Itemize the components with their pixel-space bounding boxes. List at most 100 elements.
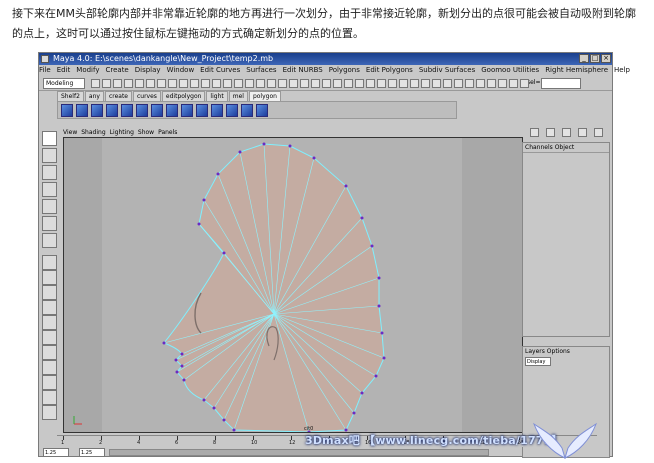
status-tool-icon[interactable] [399,79,408,88]
status-tool-icon[interactable] [91,79,100,88]
menu-modify[interactable]: Modify [76,66,99,74]
status-tool-icon[interactable] [201,79,210,88]
menu-file[interactable]: File [39,66,51,74]
close-panel-icon[interactable] [594,128,603,137]
status-tool-icon[interactable] [234,79,243,88]
shelf-tool-icon[interactable] [76,104,88,117]
status-tool-icon[interactable] [289,79,298,88]
vertex[interactable] [202,198,206,202]
menu-right-hemisphere[interactable]: Right Hemisphere [545,66,608,74]
status-tool-icon[interactable] [366,79,375,88]
custom-layout-icon[interactable] [42,360,57,375]
status-tool-icon[interactable] [157,79,166,88]
menu-surfaces[interactable]: Surfaces [246,66,276,74]
shelf-tool-icon[interactable] [136,104,148,117]
menu-display[interactable]: Display [135,66,161,74]
status-tool-icon[interactable] [124,79,133,88]
vertex[interactable] [370,244,374,248]
move-icon[interactable] [42,182,57,197]
menu-create[interactable]: Create [105,66,128,74]
status-tool-icon[interactable] [267,79,276,88]
shelf-tool-icon[interactable] [181,104,193,117]
hypershade-layout-icon[interactable] [42,330,57,345]
perspective-layout-icon[interactable] [42,375,57,390]
scale-icon[interactable] [42,216,57,231]
vertex[interactable] [175,370,179,374]
status-tool-icon[interactable] [300,79,309,88]
range-start-field[interactable]: 1.25 [43,448,69,457]
status-tool-icon[interactable] [487,79,496,88]
status-tool-icon[interactable] [146,79,155,88]
layers-menu[interactable]: Layers [525,348,545,355]
sel-field[interactable] [541,78,581,89]
shelf-tool-icon[interactable] [256,104,268,117]
vertex[interactable] [352,411,356,415]
status-tool-icon[interactable] [223,79,232,88]
paint-select-icon[interactable] [42,165,57,180]
vertex[interactable] [344,184,348,188]
vertex[interactable] [216,172,220,176]
vertex[interactable] [288,144,292,148]
shelf-tool-icon[interactable] [211,104,223,117]
menu-help[interactable]: Help [614,66,630,74]
status-tool-icon[interactable] [333,79,342,88]
menu-goomoo-utilities[interactable]: Goomoo Utilities [481,66,539,74]
panel-menu-show[interactable]: Show [138,129,154,136]
attr-icon[interactable] [546,128,555,137]
vertex[interactable] [222,251,226,255]
vertex[interactable] [197,222,201,226]
status-tool-icon[interactable] [388,79,397,88]
status-tool-icon[interactable] [454,79,463,88]
status-tool-icon[interactable] [498,79,507,88]
layout-single-icon[interactable] [42,255,57,270]
minimize-icon[interactable]: _ [579,54,589,63]
menu-edit-polygons[interactable]: Edit Polygons [366,66,413,74]
panel-menu-shading[interactable]: Shading [81,129,105,136]
status-tool-icon[interactable] [465,79,474,88]
status-tool-icon[interactable] [377,79,386,88]
shelf-tool-icon[interactable] [91,104,103,117]
panel-menu-view[interactable]: View [63,129,77,136]
shelf-tool-icon[interactable] [106,104,118,117]
vertex[interactable] [312,156,316,160]
vertex[interactable] [360,391,364,395]
menu-edit-nurbs[interactable]: Edit NURBS [283,66,323,74]
channel-icon[interactable] [578,128,587,137]
status-tool-icon[interactable] [245,79,254,88]
shelf-tool-icon[interactable] [61,104,73,117]
vertex[interactable] [377,276,381,280]
maximize-icon[interactable]: □ [590,54,600,63]
range-end-field[interactable]: 1.25 [79,448,105,457]
vertex[interactable] [212,406,216,410]
vertex[interactable] [238,150,242,154]
shelf-tool-icon[interactable] [166,104,178,117]
side-viewport[interactable]: cit0 [63,137,523,433]
status-tool-icon[interactable] [113,79,122,88]
vertex[interactable] [202,398,206,402]
outliner-icon[interactable] [562,128,571,137]
panel-menu-panels[interactable]: Panels [158,129,177,136]
shelf-tool-icon[interactable] [226,104,238,117]
vertex[interactable] [174,358,178,362]
status-tool-icon[interactable] [212,79,221,88]
graph-layout-icon[interactable] [42,345,57,360]
menu-polygons[interactable]: Polygons [329,66,360,74]
status-tool-icon[interactable] [135,79,144,88]
scene-layout-icon[interactable] [42,405,57,420]
range-bar[interactable] [109,449,489,456]
options-menu[interactable]: Options [547,348,570,355]
outliner-layout-icon[interactable] [42,315,57,330]
vertex[interactable] [380,331,384,335]
shelf-tool-icon[interactable] [241,104,253,117]
shelf-tool-icon[interactable] [196,104,208,117]
shelf-tool-icon[interactable] [121,104,133,117]
status-tool-icon[interactable] [190,79,199,88]
mode-select[interactable]: Modeling [43,78,85,89]
status-tool-icon[interactable] [509,79,518,88]
status-tool-icon[interactable] [443,79,452,88]
vertex[interactable] [162,341,166,345]
vertex[interactable] [382,356,386,360]
vertex[interactable] [374,374,378,378]
vertex[interactable] [232,428,236,432]
status-tool-icon[interactable] [432,79,441,88]
